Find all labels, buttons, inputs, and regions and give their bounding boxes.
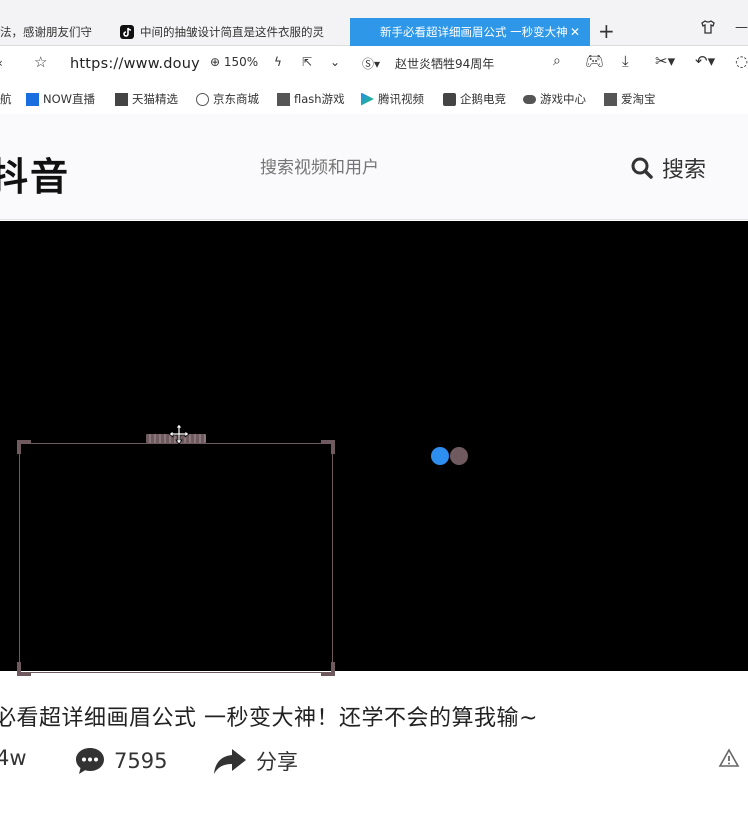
bookmark-label: 游戏中心 bbox=[540, 92, 586, 106]
douyin-icon bbox=[120, 25, 134, 39]
comment-count: 7595 bbox=[114, 749, 168, 773]
taobao-icon bbox=[604, 92, 617, 106]
resize-handle[interactable] bbox=[17, 662, 31, 676]
bookmark-label: 爱淘宝 bbox=[621, 92, 656, 106]
bookmark-item[interactable]: 天猫精选 bbox=[115, 91, 178, 107]
douyin-logo[interactable]: 抖音 bbox=[0, 146, 70, 201]
search-icon[interactable]: ⌕ bbox=[553, 53, 561, 69]
browser-tab[interactable]: 法，感谢朋友们守 bbox=[0, 18, 104, 46]
bookmark-item[interactable]: 腾讯视频 bbox=[361, 91, 424, 107]
chevron-down-icon[interactable]: ⌄ bbox=[330, 55, 340, 69]
undo-icon[interactable]: ↶▾ bbox=[695, 52, 715, 70]
search-button-label: 搜索 bbox=[662, 158, 707, 183]
skin-icon[interactable] bbox=[700, 19, 716, 35]
bookmark-item[interactable]: 航 bbox=[0, 91, 12, 107]
search-input[interactable] bbox=[240, 148, 600, 188]
bookmark-label: 企鹅电竞 bbox=[460, 92, 506, 106]
share-icon bbox=[214, 749, 246, 774]
window-control-icon[interactable]: — bbox=[735, 20, 748, 35]
bookmark-star-icon[interactable]: ☆ bbox=[34, 53, 47, 71]
loading-dot bbox=[431, 447, 449, 465]
report-icon[interactable] bbox=[718, 748, 740, 768]
resize-handle[interactable] bbox=[321, 440, 335, 454]
tab-bar: 法，感谢朋友们守 中间的抽皱设计简直是这件衣服的灵 新手必看超详细画眉公式 一秒… bbox=[0, 0, 748, 46]
search-button[interactable]: 搜索 bbox=[630, 152, 706, 184]
resize-handle[interactable] bbox=[17, 440, 31, 454]
search-engine-icon[interactable]: Ⓢ▾ bbox=[362, 55, 380, 72]
tencent-video-icon bbox=[361, 92, 374, 106]
tab-label: 新手必看超详细画眉公式 一秒变大神 bbox=[380, 25, 568, 39]
like-button[interactable]: 4w bbox=[0, 746, 27, 770]
bookmark-label: 天猫精选 bbox=[132, 92, 178, 106]
browser-tab-active[interactable]: 新手必看超详细画眉公式 一秒变大神 ✕ bbox=[350, 18, 590, 46]
bookmark-label: 腾讯视频 bbox=[378, 92, 424, 106]
comment-button[interactable]: 7595 bbox=[74, 746, 167, 776]
zoom-value: 150% bbox=[223, 55, 259, 69]
zoom-indicator[interactable]: ⊕ 150% bbox=[210, 55, 258, 69]
bookmark-item[interactable]: 京东商城 bbox=[196, 91, 259, 107]
loading-dot bbox=[450, 447, 468, 465]
bookmark-label: 京东商城 bbox=[213, 92, 259, 106]
comment-icon bbox=[76, 748, 104, 774]
game-icon[interactable]: 🎮︎ bbox=[585, 52, 604, 70]
close-tab-icon[interactable]: ✕ bbox=[570, 25, 580, 39]
bookmark-item[interactable]: flash游戏 bbox=[277, 91, 345, 107]
download-icon[interactable]: ⤓ bbox=[622, 52, 629, 70]
scissors-icon[interactable]: ✂▾ bbox=[655, 52, 675, 70]
resize-handle[interactable] bbox=[321, 662, 335, 676]
share-button[interactable]: 分享 bbox=[212, 746, 298, 776]
new-tab-button[interactable]: + bbox=[598, 19, 615, 43]
back-icon[interactable]: ‹ bbox=[0, 56, 3, 70]
globe-icon bbox=[196, 92, 209, 106]
bookmark-item[interactable]: 爱淘宝 bbox=[604, 91, 656, 107]
bookmark-label: NOW直播 bbox=[43, 92, 96, 106]
bookmark-item[interactable]: 游戏中心 bbox=[523, 91, 586, 107]
menu-icon[interactable]: ◌ bbox=[735, 52, 748, 70]
tab-label: 法，感谢朋友们守 bbox=[0, 25, 92, 39]
tab-label: 中间的抽皱设计简直是这件衣服的灵 bbox=[140, 25, 324, 39]
flash-icon[interactable]: ϟ bbox=[274, 55, 282, 69]
site-header: 抖音 搜索 bbox=[0, 114, 748, 220]
zoom-icon: ⊕ bbox=[210, 55, 221, 69]
share-page-icon[interactable]: ⇱ bbox=[302, 55, 312, 69]
bookmarks-bar: 航 NOW直播 天猫精选 京东商城 flash游戏 腾讯视频 企鹅电竞 游戏中心… bbox=[0, 83, 748, 113]
bookmark-item[interactable]: 企鹅电竞 bbox=[443, 91, 506, 107]
news-item[interactable]: 赵世炎牺牲94周年 bbox=[395, 55, 494, 72]
flash-game-icon bbox=[277, 92, 290, 106]
penguin-esports-icon bbox=[443, 92, 456, 106]
selection-frame[interactable] bbox=[19, 443, 333, 673]
move-cursor-icon bbox=[168, 423, 190, 445]
tmall-icon bbox=[115, 92, 128, 106]
video-title: 必看超详细画眉公式 一秒变大神！还学不会的算我输~ bbox=[0, 706, 538, 731]
share-label: 分享 bbox=[256, 750, 298, 774]
url-field[interactable]: https://www.douy bbox=[70, 56, 200, 72]
browser-tab[interactable]: 中间的抽皱设计简直是这件衣服的灵 bbox=[120, 18, 340, 46]
search-icon bbox=[631, 157, 653, 179]
video-actions: 4w 7595 分享 bbox=[0, 742, 748, 782]
address-bar: ‹ ☆ https://www.douy ⊕ 150% ϟ ⇱ ⌄ Ⓢ▾ 赵世炎… bbox=[0, 47, 748, 83]
like-count: 4w bbox=[0, 746, 27, 770]
bookmark-label: flash游戏 bbox=[294, 92, 345, 106]
bookmark-item[interactable]: NOW直播 bbox=[26, 91, 95, 107]
gamepad-icon bbox=[523, 94, 536, 104]
video-player[interactable] bbox=[0, 221, 748, 676]
bookmark-label: 航 bbox=[0, 92, 12, 106]
now-live-icon bbox=[26, 92, 39, 106]
